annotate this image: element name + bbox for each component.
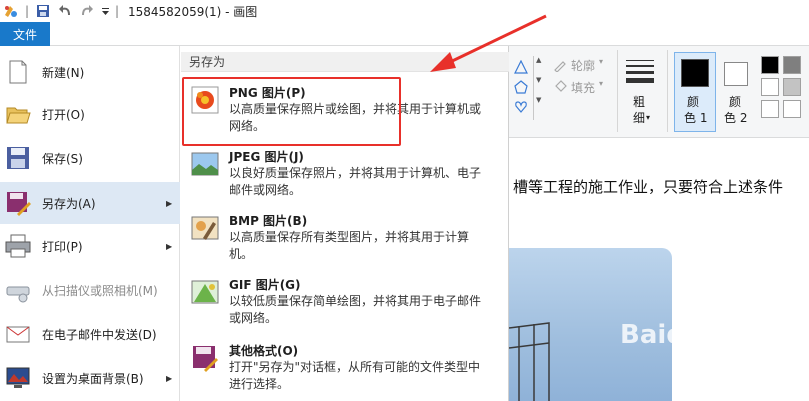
color2-label-line-2: 色 2 <box>724 111 748 125</box>
file-menu: 新建(N) 打开(O) 保存(S) 另存为(A) ▶ 打印(P) ▶ 从扫描仪或… <box>0 46 180 401</box>
fill-dropdown-icon[interactable]: ▾ <box>599 79 603 88</box>
menu-item-save[interactable]: 保存(S) <box>0 138 180 178</box>
png-highlight-box <box>182 77 401 146</box>
open-folder-icon <box>6 107 31 124</box>
window-title: 1584582059(1) - 画图 <box>128 4 258 19</box>
outline-brush-icon <box>554 61 566 72</box>
menu-item-label: 从扫描仪或照相机(M) <box>42 283 158 298</box>
menu-item-label: 保存(S) <box>42 151 83 166</box>
size-dropdown-icon: ▾ <box>646 113 651 122</box>
menu-item-label: 在电子邮件中发送(D) <box>42 327 157 342</box>
save-as-other-formats[interactable]: 其他格式(O) 打开"另存为"对话框，从所有可能的文件类型中进行选择。 <box>181 342 509 398</box>
heart-shape-icon[interactable] <box>514 100 528 114</box>
save-as-item-title: BMP 图片(B) <box>229 214 308 228</box>
save-as-item-title: GIF 图片(G) <box>229 278 301 292</box>
color2-label-line-1: 颜 <box>729 95 742 109</box>
ribbon-tab-strip <box>0 22 809 46</box>
customize-toolbar-icon[interactable] <box>98 0 112 22</box>
redo-icon[interactable] <box>76 0 98 22</box>
color2-swatch[interactable] <box>724 62 748 86</box>
size-label-line-2: 细 <box>633 111 646 125</box>
color1-label-line-1: 颜 <box>687 95 700 109</box>
menu-item-label: 新建(N) <box>42 65 85 80</box>
save-as-item-desc: 以较低质量保存简单绘图，并将其用于电子邮件或网络。 <box>229 294 482 325</box>
scanner-icon <box>6 286 30 303</box>
line-size-icon <box>626 60 654 83</box>
outline-dropdown-icon[interactable]: ▾ <box>599 57 603 66</box>
save-as-gif[interactable]: GIF 图片(G) 以较低质量保存简单绘图，并将其用于电子邮件或网络。 <box>181 276 509 332</box>
save-as-icon <box>7 192 31 216</box>
jpeg-image-icon <box>191 152 219 176</box>
size-label-line-1: 粗 <box>633 95 646 109</box>
outline-label[interactable]: 轮廓 <box>571 57 595 74</box>
baidu-watermark-logo: Baidu 经验 <box>620 320 765 350</box>
save-as-jpeg[interactable]: JPEG 图片(J) 以良好质量保存照片，并将其用于计算机、电子邮件或网络。 <box>181 148 509 204</box>
palette-swatch[interactable] <box>783 100 801 118</box>
color1-swatch <box>681 59 709 87</box>
menu-item-label: 另存为(A) <box>42 196 96 211</box>
save-as-item-title: 其他格式(O) <box>229 344 299 358</box>
color1-label-line-2: 色 1 <box>684 111 708 125</box>
ribbon-body: ▲ ▼ ▼ 轮廓 ▾ 填充 ▾ 粗 细 ▾ 颜 色 1 颜 色 2 <box>509 46 809 138</box>
baidu-watermark-url: jingyan.baidu.com <box>703 366 809 380</box>
annotation-arrow <box>430 14 547 72</box>
save-as-item-desc: 以高质量保存所有类型图片，并将其用于计算机。 <box>229 230 470 261</box>
submenu-arrow-icon: ▶ <box>166 241 173 251</box>
menu-item-label: 设置为桌面背景(B) <box>42 371 144 386</box>
palette-swatch[interactable] <box>761 56 779 74</box>
menu-item-send-email[interactable]: 在电子邮件中发送(D) <box>0 314 180 354</box>
other-formats-icon <box>193 346 218 372</box>
fill-label[interactable]: 填充 <box>571 79 595 96</box>
menu-item-open[interactable]: 打开(O) <box>0 94 180 134</box>
title-bar: | | 1584582059(1) - 画图 <box>0 0 809 22</box>
tab-file[interactable]: 文件 <box>0 22 50 46</box>
menu-item-from-scanner[interactable]: 从扫描仪或照相机(M) <box>0 270 180 310</box>
paint-app-icon[interactable] <box>0 0 22 22</box>
menu-item-print[interactable]: 打印(P) ▶ <box>0 226 180 266</box>
palette-swatch[interactable] <box>761 78 779 96</box>
save-icon[interactable] <box>32 0 54 22</box>
save-as-bmp[interactable]: BMP 图片(B) 以高质量保存所有类型图片，并将其用于计算机。 <box>181 212 509 268</box>
printer-icon <box>5 234 31 258</box>
new-document-icon <box>9 60 27 84</box>
menu-item-set-desktop-background[interactable]: 设置为桌面背景(B) ▶ <box>0 358 180 398</box>
submenu-arrow-icon: ▶ <box>166 373 173 383</box>
save-disk-icon <box>7 147 29 169</box>
save-as-item-desc: 以良好质量保存照片，并将其用于计算机、电子邮件或网络。 <box>229 166 482 197</box>
undo-icon[interactable] <box>54 0 76 22</box>
email-icon <box>6 326 30 343</box>
canvas-text: 槽等工程的施工作业，只要符合上述条件 <box>513 178 784 196</box>
palette-swatch[interactable] <box>783 56 801 74</box>
desktop-background-icon <box>6 367 30 388</box>
save-as-item-desc: 打开"另存为"对话框，从所有可能的文件类型中进行选择。 <box>229 360 481 391</box>
menu-item-label: 打开(O) <box>42 107 85 122</box>
gif-image-icon <box>191 280 219 304</box>
menu-item-label: 打印(P) <box>42 239 83 254</box>
save-as-item-title: JPEG 图片(J) <box>229 150 304 164</box>
submenu-arrow-icon: ▶ <box>166 198 173 208</box>
fill-bucket-icon <box>555 80 567 92</box>
palette-swatch[interactable] <box>783 78 801 96</box>
bmp-image-icon <box>191 216 219 240</box>
menu-item-new[interactable]: 新建(N) <box>0 52 180 92</box>
palette-swatch[interactable] <box>761 100 779 118</box>
menu-item-save-as[interactable]: 另存为(A) ▶ <box>0 182 180 224</box>
pentagon-shape-icon[interactable] <box>514 80 528 94</box>
